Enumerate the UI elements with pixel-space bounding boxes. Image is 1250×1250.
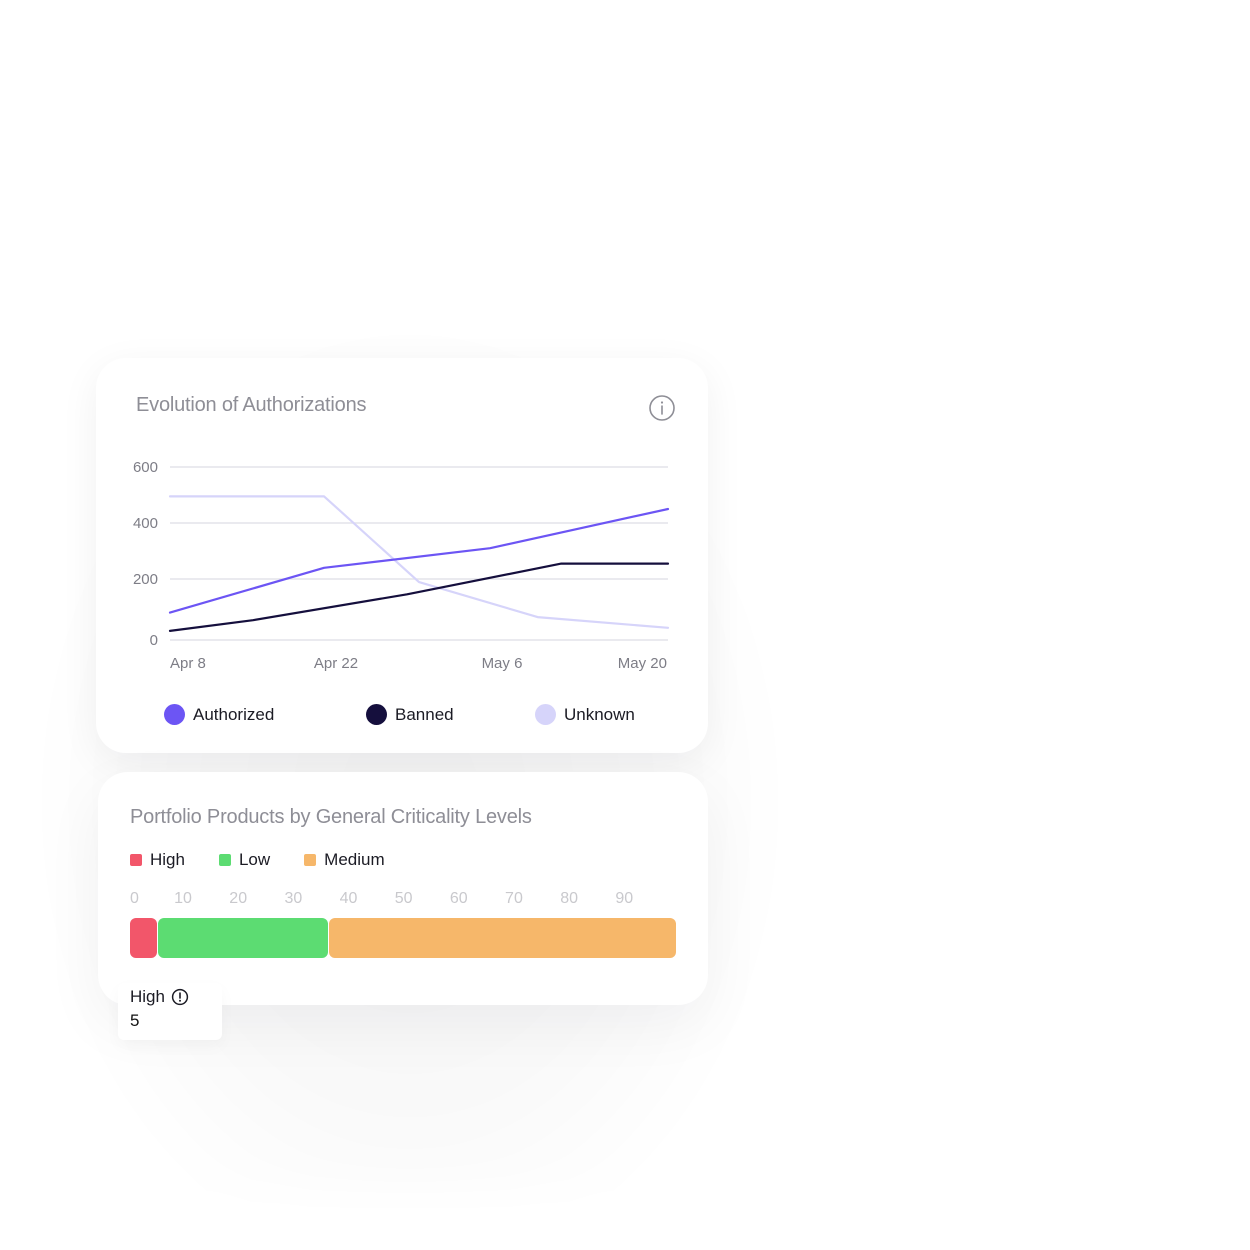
x-tick-label: Apr 22 — [314, 655, 358, 672]
legend-label: Authorized — [193, 704, 275, 724]
legend-square-icon — [304, 854, 317, 866]
legend-label: Banned — [395, 704, 454, 724]
legend-label: Unknown — [564, 704, 635, 724]
bar-segment-high[interactable] — [130, 918, 157, 958]
y-tick-label: 600 — [133, 459, 158, 476]
series-line-authorized — [168, 507, 670, 614]
y-tick-label: 0 — [150, 632, 158, 649]
scale-tick-label: 50 — [394, 890, 413, 907]
legend-item-unknown[interactable]: Unknown — [535, 704, 635, 725]
y-tick-label: 200 — [133, 571, 158, 588]
scale-tick-label: 90 — [615, 890, 634, 907]
bar-tooltip: High 5 — [118, 983, 222, 1040]
criticality-card: Portfolio Products by General Criticalit… — [98, 772, 708, 1005]
tooltip-label-row: High — [130, 987, 189, 1007]
scale-tick-label: 70 — [505, 890, 523, 907]
legend-item-high[interactable]: High — [130, 850, 185, 870]
legend-square-icon — [218, 854, 231, 866]
scale-tick-label: 30 — [284, 890, 303, 907]
bar-segment-low[interactable] — [157, 918, 328, 958]
tooltip-value: 5 — [130, 1011, 140, 1030]
authorizations-card: Evolution of Authorizations 0 200 400 600 A… — [96, 358, 708, 753]
chart-legend: Authorized Banned Unknown — [96, 704, 708, 732]
y-tick-label: 400 — [133, 515, 158, 532]
scale-tick-label: 80 — [560, 890, 578, 907]
criticality-legend: High Low Medium — [130, 850, 419, 870]
scale-tick-label: 10 — [174, 890, 192, 907]
legend-label: Medium — [324, 850, 385, 869]
x-tick-label: May 6 — [482, 655, 523, 672]
legend-label: High — [150, 850, 185, 869]
alert-circle-icon — [171, 988, 189, 1006]
legend-item-authorized[interactable]: Authorized — [164, 704, 274, 725]
scale-tick-label: 60 — [449, 890, 468, 907]
line-chart: 0 200 400 600 Apr 8 Apr 22 May 6 May 20 — [133, 459, 670, 672]
legend-label: Low — [238, 850, 271, 869]
scale-tick-label: 0 — [130, 890, 139, 907]
series-line-unknown — [168, 495, 670, 629]
card-title: Portfolio Products by General Criticalit… — [130, 806, 532, 828]
legend-item-low[interactable]: Low — [218, 850, 271, 870]
criticality-stacked-bar — [130, 918, 676, 958]
legend-dot-icon — [535, 704, 556, 725]
scale-tick-label: 20 — [229, 890, 248, 907]
legend-dot-icon — [164, 704, 185, 725]
x-tick-label: May 20 — [618, 655, 667, 672]
legend-item-medium[interactable]: Medium — [304, 850, 385, 870]
legend-item-banned[interactable]: Banned — [366, 704, 454, 725]
x-tick-label: Apr 8 — [170, 655, 206, 672]
bar-segment-medium[interactable] — [328, 918, 676, 958]
tooltip-label: High — [130, 987, 165, 1006]
legend-square-icon — [130, 854, 142, 866]
legend-dot-icon — [366, 704, 387, 725]
scale-tick-label: 40 — [339, 890, 358, 907]
criticality-scale: 0 10 20 30 40 50 60 70 80 90 — [130, 890, 676, 910]
